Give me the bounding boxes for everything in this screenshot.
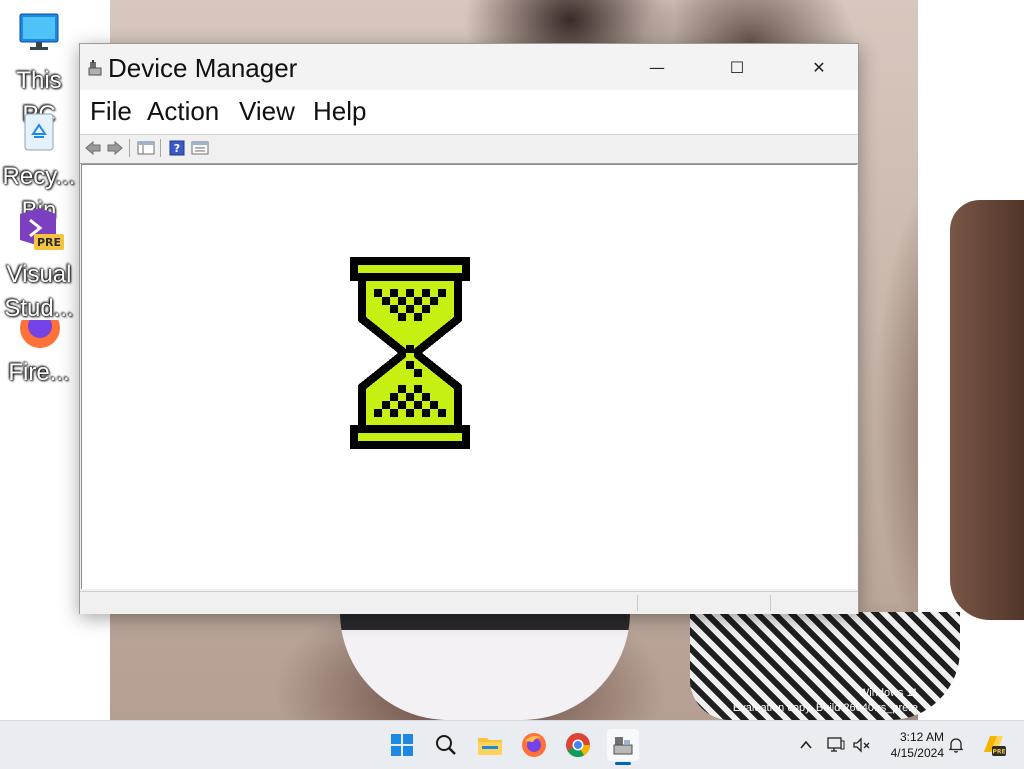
wallpaper-figure — [950, 200, 1024, 620]
desktop-icon-recycle-bin[interactable]: Recy... Bin — [0, 104, 78, 224]
toolbar-separator — [129, 139, 130, 157]
file-explorer-button[interactable] — [474, 729, 506, 761]
active-app-indicator — [615, 762, 631, 765]
search-button[interactable] — [430, 729, 462, 761]
search-icon — [436, 735, 456, 755]
menu-view[interactable]: View — [239, 96, 295, 126]
device-tree-pane[interactable] — [81, 164, 857, 589]
taskbar: 3:12 AM 4/15/2024 PRE — [0, 720, 1024, 769]
copilot-preview-button[interactable]: PRE — [980, 731, 1008, 759]
back-icon[interactable] — [84, 140, 102, 156]
firefox-taskbar-button[interactable] — [518, 729, 550, 761]
windows-watermark: Windows 11 Evaluation copy. Build 26040.… — [733, 686, 918, 716]
status-pane — [637, 595, 770, 611]
clock-time: 3:12 AM — [899, 730, 944, 744]
desktop-icon-label: Visual Stud... — [4, 261, 74, 322]
title-bar[interactable]: Device Manager — ☐ ✕ — [80, 44, 858, 90]
device-manager-window[interactable]: Device Manager — ☐ ✕ File Action View He… — [79, 43, 859, 614]
show-hidden-icons-button[interactable] — [796, 735, 816, 755]
menu-help[interactable]: Help — [313, 96, 366, 126]
minimize-icon: — — [649, 57, 665, 77]
menu-action[interactable]: Action — [147, 96, 219, 126]
chrome-icon — [566, 733, 590, 758]
close-button[interactable]: ✕ — [780, 44, 858, 90]
desktop-icon-this-pc[interactable]: This PC — [0, 8, 78, 128]
monitor-icon — [19, 13, 59, 50]
show-hide-console-tree-icon[interactable] — [137, 140, 155, 156]
desktop-icon-firefox[interactable]: Fire... — [0, 320, 78, 400]
device-manager-taskbar-button[interactable] — [607, 729, 639, 761]
copilot-preview-icon: PRE — [984, 736, 1006, 756]
watermark-line-1: Windows 11 — [858, 687, 918, 699]
system-clock[interactable]: 3:12 AM 4/15/2024 — [884, 729, 944, 761]
minimize-button[interactable]: — — [618, 44, 696, 90]
wallpaper-detail-left — [340, 612, 630, 720]
recycle-bin-icon — [24, 113, 54, 151]
menu-bar: File Action View Help — [80, 90, 858, 134]
start-button[interactable] — [386, 729, 418, 761]
chevron-up-icon — [800, 740, 812, 749]
desktop-icon-label: Fire... — [8, 359, 70, 386]
volume-button[interactable] — [852, 735, 872, 755]
network-icon — [827, 737, 845, 752]
svg-text:?: ? — [174, 142, 180, 155]
network-button[interactable] — [826, 735, 846, 755]
window-title: Device Manager — [108, 53, 298, 83]
maximize-icon: ☐ — [729, 57, 745, 77]
svg-text:PRE: PRE — [992, 749, 1005, 756]
close-icon: ✕ — [812, 57, 826, 77]
device-manager-icon — [613, 737, 633, 755]
clock-date: 4/15/2024 — [890, 746, 944, 760]
notification-bell-icon — [948, 738, 964, 753]
maximize-button[interactable]: ☐ — [698, 44, 776, 90]
chrome-taskbar-button[interactable] — [562, 729, 594, 761]
status-bar — [80, 591, 858, 614]
svg-text:PRE: PRE — [37, 236, 61, 249]
notifications-button[interactable] — [946, 735, 966, 755]
properties-icon[interactable] — [191, 140, 209, 156]
visual-studio-icon: PRE — [20, 208, 64, 250]
help-icon[interactable]: ? — [168, 140, 186, 156]
hourglass-busy-icon — [350, 257, 470, 449]
volume-muted-icon — [853, 737, 870, 753]
watermark-line-2: Evaluation copy. Build 26040.rs_prere — [732, 702, 918, 714]
file-explorer-icon — [478, 738, 502, 755]
menu-file[interactable]: File — [90, 96, 132, 126]
firefox-icon — [522, 733, 546, 757]
device-manager-app-icon — [88, 60, 102, 76]
forward-icon[interactable] — [106, 140, 124, 156]
firefox-icon — [20, 320, 60, 348]
desktop-icon-visual-studio[interactable]: PRE Visual Stud... — [0, 206, 78, 322]
toolbar: ? — [80, 134, 858, 164]
start-icon — [391, 734, 413, 756]
status-pane — [770, 595, 857, 611]
toolbar-separator — [160, 139, 161, 157]
